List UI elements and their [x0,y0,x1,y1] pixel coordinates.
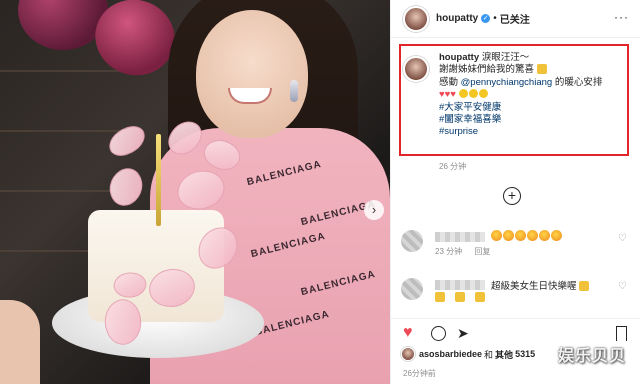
red-hearts-emoji: ♥♥♥ [439,89,456,101]
commenter-avatar-blurred[interactable] [401,278,423,300]
caption-line3-prefix: 感動 [439,76,459,88]
likes-conj: 和 [484,349,494,360]
witch-hat-emoji-icon [536,64,547,75]
separator-dot: • [493,13,497,24]
star-eyes-emoji-icon [551,230,562,241]
balloon [18,0,108,50]
commenter-name-blurred[interactable] [435,280,485,290]
sweater-print: BALENCIAGA [249,230,327,261]
comment-item: 23 分钟 回复 ♡ [401,228,631,258]
next-photo-button[interactable]: › [364,200,384,220]
liker-avatar[interactable] [401,347,415,361]
caption-username[interactable]: houpatty [439,52,479,63]
load-more-comments-icon[interactable]: + [503,187,521,205]
likes-others-label[interactable]: 其他 [495,348,513,361]
verified-badge-icon: ✓ [481,14,491,23]
witch-hat-emoji-icon [475,292,485,302]
sweater-print: BALENCIAGA [253,308,331,339]
crying-face-emoji-icon [468,89,478,99]
crying-face-emoji-icon [478,89,488,99]
wine-shelf [0,190,120,192]
gift-emoji-icon [435,292,445,302]
birthday-cake [88,210,224,322]
hashtag-link[interactable]: #大家平安健康 [439,102,501,113]
wine-shelf [0,70,120,72]
more-options-icon[interactable]: ··· [614,10,629,24]
post-actions-bar: ♥ ➤ [391,318,640,344]
commenter-name-blurred[interactable] [435,232,485,242]
comment-like-heart-icon[interactable]: ♡ [618,281,627,292]
likes-count[interactable]: 5315 [515,349,535,359]
comment-time: 23 分钟 [435,247,463,256]
share-icon[interactable]: ➤ [457,325,469,341]
star-eyes-emoji-icon [503,230,514,241]
mention-link[interactable]: @pennychiangchiang [461,77,553,88]
comment-text: 超級美女生日快樂喔 [491,278,591,292]
comment-body: 超級美女生日快樂喔 [491,281,577,292]
following-button[interactable]: 已关注 [500,11,530,26]
comment-meta: 23 分钟 回复 [435,246,500,257]
caption-line2: 謝謝姊妹們給我的驚喜 [439,64,535,76]
avatar[interactable] [403,5,429,32]
sweater-print: BALENCIAGA [299,268,377,299]
post-header: houpatty ✓ • 已关注 ··· [391,0,640,38]
gift-emoji-icon [455,292,465,302]
avatar[interactable] [403,56,429,82]
caption-text: houpatty 淚眼汪汪～ 謝謝姊妹們給我的驚喜 感動 @pennychian… [439,52,627,139]
comment-icon[interactable] [431,326,446,341]
comment-like-heart-icon[interactable]: ♡ [618,233,627,244]
post-timestamp: 26分钟前 [403,369,436,378]
hashtag-link[interactable]: #surprise [439,126,478,137]
post-panel: houpatty ✓ • 已关注 ··· houpatty 淚眼汪汪～ 謝謝姊妹… [390,0,640,384]
comment-meta [435,292,495,302]
comment-text [491,230,563,242]
sweater-print: BALENCIAGA [245,158,323,189]
star-eyes-emoji-icon [515,230,526,241]
caption-timestamp: 26 分钟 [439,162,467,171]
like-heart-icon[interactable]: ♥ [403,325,413,341]
butterfly-decoration [101,162,151,212]
star-eyes-emoji-icon [539,230,550,241]
reply-button[interactable]: 回复 [474,247,490,256]
comment-item: 超級美女生日快樂喔 ♡ [401,276,631,306]
watermark-logo: 娱乐贝贝 [558,348,627,365]
wine-shelf [0,130,120,132]
caption-line3-suffix: 的暖心安排 [554,76,603,88]
hashtag-link[interactable]: #闔家幸福喜樂 [439,114,501,125]
person-face [196,10,308,138]
star-eyes-emoji-icon [527,230,538,241]
bookmark-icon[interactable] [616,326,627,341]
cake-emoji-icon [579,281,590,291]
star-eyes-emoji-icon [491,230,502,241]
post-photo[interactable]: BALENCIAGA BALENCIAGA BALENCIAGA BALENCI… [0,0,390,384]
crying-face-emoji-icon [458,89,468,99]
butterfly-decoration [104,122,150,160]
candle [156,134,161,226]
liker-username[interactable]: asosbarbiedee [419,349,482,359]
person-arm [0,300,40,384]
header-username[interactable]: houpatty [436,13,478,24]
caption-line1: 淚眼汪汪～ [481,52,530,63]
earring [290,80,298,102]
commenter-avatar-blurred[interactable] [401,230,423,252]
